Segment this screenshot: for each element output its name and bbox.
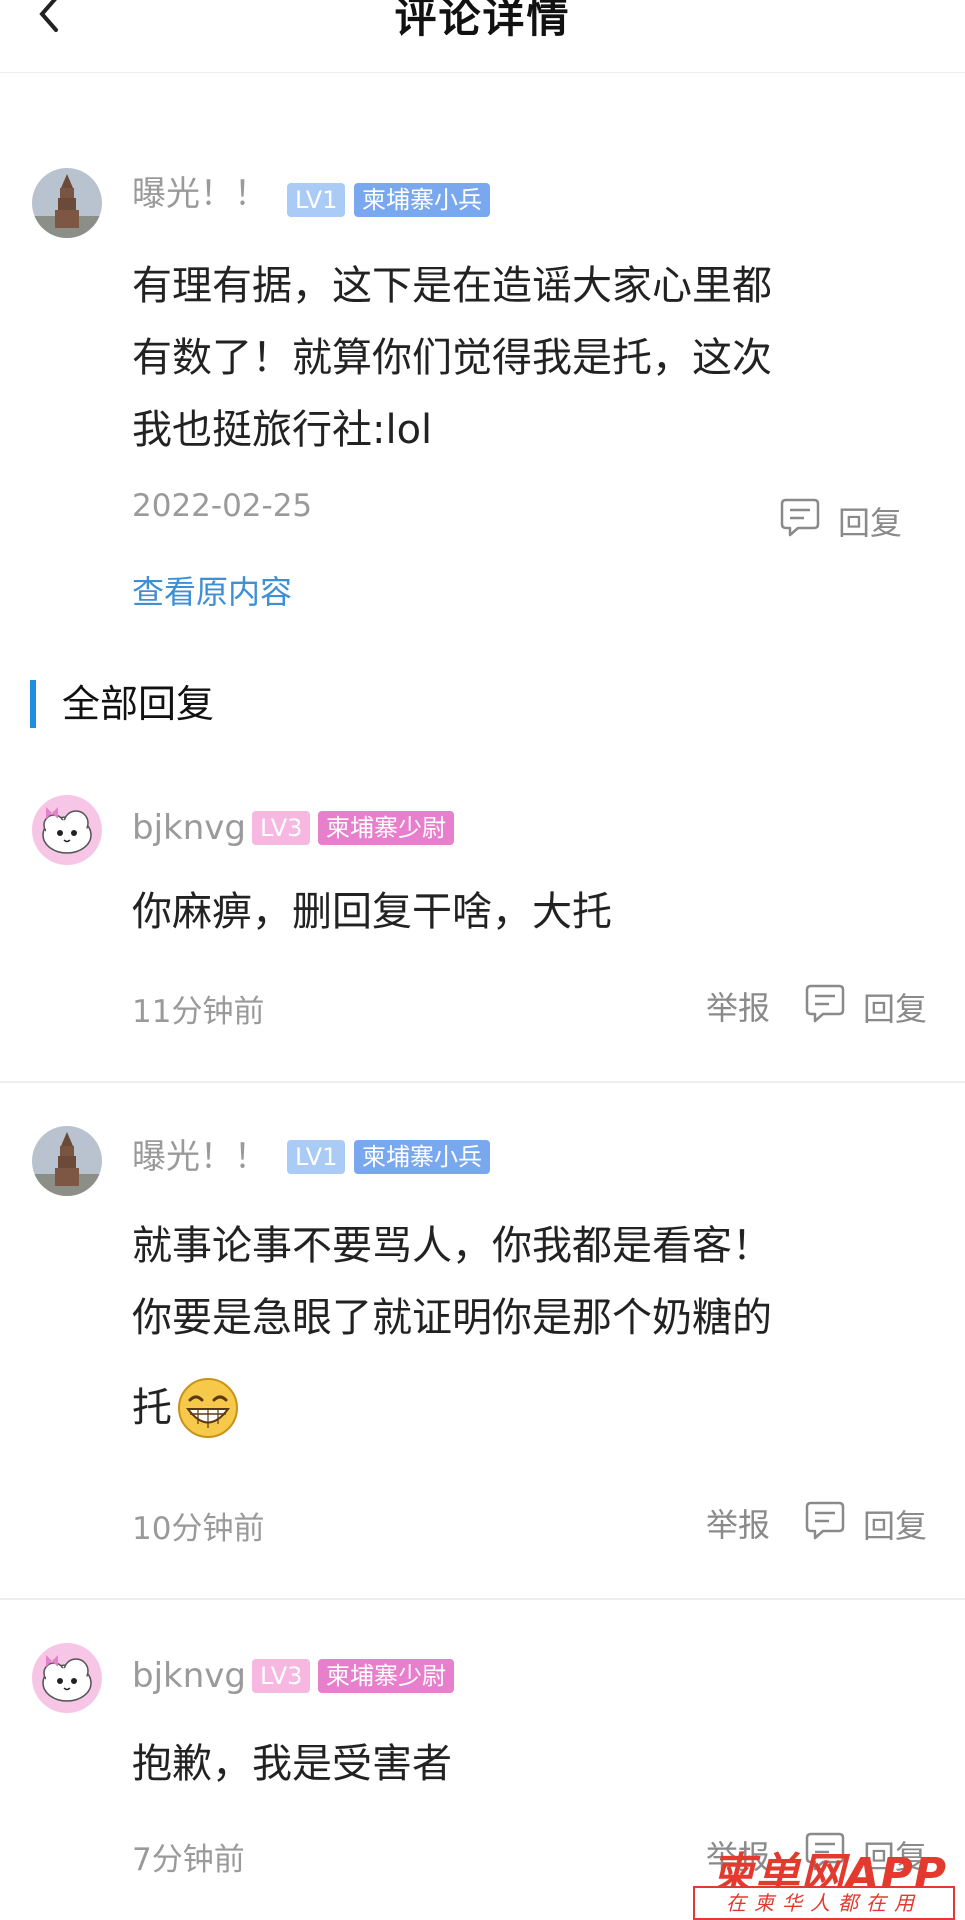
reply-time: 11分钟前 [132, 994, 265, 1030]
comment-body: 有理有据，这下是在造谣大家心里都 有数了！就算你们觉得我是托，这次 我也挺旅行社… [132, 250, 932, 466]
comment-bubble-icon[interactable] [805, 982, 845, 1024]
report-button[interactable]: 举报 [706, 983, 770, 1029]
tower-avatar-icon [32, 168, 102, 238]
rank-badge: 柬埔寨少尉 [318, 1659, 454, 1693]
avatar-cloud[interactable] [32, 795, 102, 865]
divider [0, 1081, 965, 1083]
comment-username[interactable]: 曝光！！ [132, 174, 268, 214]
reply-line: 就事论事不要骂人，你我都是看客！ [132, 1223, 772, 1269]
reply-time: 10分钟前 [132, 1511, 265, 1547]
reply-button[interactable]: 回复 [863, 1501, 927, 1547]
reply-line: 托 [132, 1385, 172, 1431]
reply-text: 你麻痹，删回复干啥，大托 [132, 889, 612, 935]
comment-line: 我也挺旅行社:lol [132, 407, 433, 453]
report-button[interactable]: 举报 [706, 1500, 770, 1546]
cloud-avatar-icon [32, 1643, 102, 1713]
comment-bubble-icon[interactable] [780, 496, 820, 538]
comment-line: 有数了！就算你们觉得我是托，这次 [132, 335, 772, 381]
level-badge: LV3 [252, 811, 311, 845]
cloud-avatar-icon [32, 795, 102, 865]
comment-line: 有理有据，这下是在造谣大家心里都 [132, 263, 772, 309]
reply-line: 你要是急眼了就证明你是那个奶糖的 [132, 1295, 772, 1341]
reply-username[interactable]: 曝光！！ [132, 1137, 268, 1177]
tower-avatar-icon [32, 1126, 102, 1196]
watermark-slogan: 在柬华人都在用 [693, 1886, 955, 1920]
reply-text: 抱歉，我是受害者 [132, 1741, 452, 1787]
section-accent-bar [30, 680, 36, 728]
avatar-cloud[interactable] [32, 1643, 102, 1713]
comment-date: 2022-02-25 [132, 488, 313, 524]
section-title: 全部回复 [62, 682, 215, 726]
rank-badge: 柬埔寨小兵 [354, 1140, 490, 1174]
reply-button[interactable]: 回复 [863, 984, 927, 1030]
divider [0, 1598, 965, 1600]
reply-username[interactable]: bjknvg [132, 808, 246, 848]
level-badge: LV3 [252, 1659, 311, 1693]
grinning-emoji-icon [178, 1378, 238, 1438]
reply-body: 就事论事不要骂人，你我都是看客！ 你要是急眼了就证明你是那个奶糖的 [132, 1210, 932, 1354]
rank-badge: 柬埔寨小兵 [354, 183, 490, 217]
comment-bubble-icon[interactable] [805, 1499, 845, 1541]
level-badge: LV1 [287, 183, 346, 217]
page-title: 评论详情 [394, 0, 571, 42]
rank-badge: 柬埔寨少尉 [318, 811, 454, 845]
reply-time: 7分钟前 [132, 1842, 245, 1878]
avatar-tower[interactable] [32, 1126, 102, 1196]
reply-button[interactable]: 回复 [838, 498, 902, 544]
view-original-link[interactable]: 查看原内容 [132, 567, 292, 613]
avatar-tower[interactable] [32, 168, 102, 238]
level-badge: LV1 [287, 1140, 346, 1174]
reply-username[interactable]: bjknvg [132, 1656, 246, 1696]
